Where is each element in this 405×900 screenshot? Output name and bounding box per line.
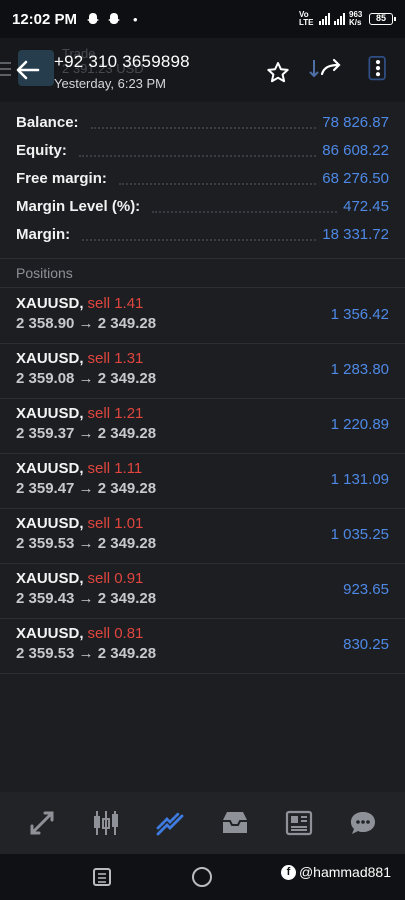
facebook-icon: f [280, 864, 296, 880]
back-arrow-icon[interactable] [12, 54, 44, 86]
watermark-handle: @hammad881 [298, 864, 391, 880]
position-symbol: XAUUSD, [16, 515, 84, 532]
position-symbol: XAUUSD, [16, 460, 84, 477]
nav-trade[interactable] [150, 803, 190, 843]
position-symbol: XAUUSD, [16, 295, 84, 312]
position-profit: 1 220.89 [330, 416, 389, 433]
quotes-icon [30, 811, 54, 835]
status-bar: 12:02 PM • Vo LTE 963 K/s 85 [0, 0, 405, 38]
position-prices: 2 359.43 → 2 349.28 [16, 590, 157, 607]
position-symbol: XAUUSD, [16, 625, 84, 642]
summary-row-margin-level: Margin Level (%): 472.45 [0, 192, 405, 220]
position-profit: 1 283.80 [330, 361, 389, 378]
position-side: sell 1.01 [87, 515, 144, 532]
account-number: +92 310 3659898 [54, 52, 190, 71]
summary-row-margin: Margin: 18 331.72 [0, 220, 405, 248]
chart-icon [94, 811, 119, 835]
position-prices: 2 359.47 → 2 349.28 [16, 480, 157, 497]
margin-value: 18 331.72 [322, 225, 389, 243]
network-type-label: Vo LTE [299, 10, 314, 27]
position-symbol: XAUUSD, [16, 570, 84, 587]
position-side: sell 0.81 [87, 625, 144, 642]
positions-list: XAUUSD, sell 1.41 2 358.90 → 2 349.28 1 3… [0, 289, 405, 674]
positions-section-header: Positions [0, 258, 405, 288]
network-speed-label: 963 K/s [349, 10, 363, 27]
position-side: sell 1.31 [87, 350, 144, 367]
position-prices: 2 359.53 → 2 349.28 [16, 535, 157, 552]
margin-level-value: 472.45 [343, 197, 389, 215]
position-prices: 2 359.37 → 2 349.28 [16, 425, 157, 442]
menu-icon-faded [0, 62, 11, 80]
position-side: sell 1.41 [87, 295, 144, 312]
messages-icon [350, 812, 375, 834]
position-profit: 1 035.25 [330, 526, 389, 543]
position-prices: 2 359.08 → 2 349.28 [16, 370, 157, 387]
position-row[interactable]: XAUUSD, sell 1.31 2 359.08 → 2 349.28 1 2… [0, 344, 405, 399]
position-profit: 830.25 [343, 636, 389, 653]
position-prices: 2 358.90 → 2 349.28 [16, 315, 157, 332]
trade-icon [156, 812, 184, 836]
status-indicators: Vo LTE 963 K/s 85 [299, 10, 396, 27]
position-row[interactable]: XAUUSD, sell 1.21 2 359.37 → 2 349.28 1 2… [0, 399, 405, 454]
position-row[interactable]: XAUUSD, sell 1.01 2 359.53 → 2 349.28 1 0… [0, 509, 405, 564]
position-profit: 1 356.42 [330, 306, 389, 323]
snapchat-icon [87, 13, 100, 24]
nav-messages[interactable] [343, 803, 383, 843]
position-profit: 923.65 [343, 581, 389, 598]
snapchat-icon [108, 13, 121, 24]
position-row[interactable]: XAUUSD, sell 1.41 2 358.90 → 2 349.28 1 3… [0, 289, 405, 344]
nav-quotes[interactable] [22, 803, 62, 843]
position-side: sell 1.21 [87, 405, 144, 422]
position-row[interactable]: XAUUSD, sell 0.81 2 359.53 → 2 349.28 830… [0, 619, 405, 674]
margin-level-label: Margin Level (%): [16, 197, 147, 215]
last-update-time: Yesterday, 6:23 PM [54, 76, 167, 91]
free-margin-value: 68 276.50 [322, 169, 389, 187]
equity-label: Equity: [16, 141, 73, 159]
positions-title: Positions [16, 265, 73, 281]
notification-dot-icon: • [133, 11, 138, 27]
nav-history[interactable] [215, 803, 255, 843]
position-symbol: XAUUSD, [16, 405, 84, 422]
position-side: sell 0.91 [87, 570, 144, 587]
app-header: Trade 2 391.23 USD +92 310 3659898 Yeste… [0, 38, 405, 102]
nav-chart[interactable] [86, 803, 126, 843]
watermark: f @hammad881 [280, 864, 391, 880]
balance-value: 78 826.87 [322, 113, 389, 131]
more-vertical-icon[interactable] [365, 56, 391, 82]
position-symbol: XAUUSD, [16, 350, 84, 367]
recent-apps-icon[interactable] [88, 863, 116, 891]
signal-icon [319, 13, 330, 25]
position-row[interactable]: XAUUSD, sell 1.11 2 359.47 → 2 349.28 1 1… [0, 454, 405, 509]
signal-icon-2 [334, 13, 345, 25]
summary-row-balance: Balance: 78 826.87 [0, 108, 405, 136]
balance-label: Balance: [16, 113, 85, 131]
history-icon [222, 812, 247, 833]
account-summary: Balance: 78 826.87 Equity: 86 608.22 Fre… [0, 108, 405, 248]
position-row[interactable]: XAUUSD, sell 0.91 2 359.43 → 2 349.28 923… [0, 564, 405, 619]
battery-icon: 85 [369, 13, 396, 25]
free-margin-label: Free margin: [16, 169, 113, 187]
news-icon [285, 810, 312, 836]
equity-value: 86 608.22 [322, 141, 389, 159]
sort-forward-icon[interactable] [308, 56, 346, 82]
star-icon[interactable] [265, 60, 291, 86]
position-profit: 1 131.09 [330, 471, 389, 488]
system-navigation-bar: f @hammad881 [0, 854, 405, 900]
position-prices: 2 359.53 → 2 349.28 [16, 645, 157, 662]
position-side: sell 1.11 [87, 460, 143, 477]
nav-news[interactable] [279, 803, 319, 843]
home-icon[interactable] [188, 863, 216, 891]
summary-row-free-margin: Free margin: 68 276.50 [0, 164, 405, 192]
status-time: 12:02 PM [12, 10, 78, 28]
margin-label: Margin: [16, 225, 77, 243]
summary-row-equity: Equity: 86 608.22 [0, 136, 405, 164]
bottom-navigation [0, 792, 405, 854]
